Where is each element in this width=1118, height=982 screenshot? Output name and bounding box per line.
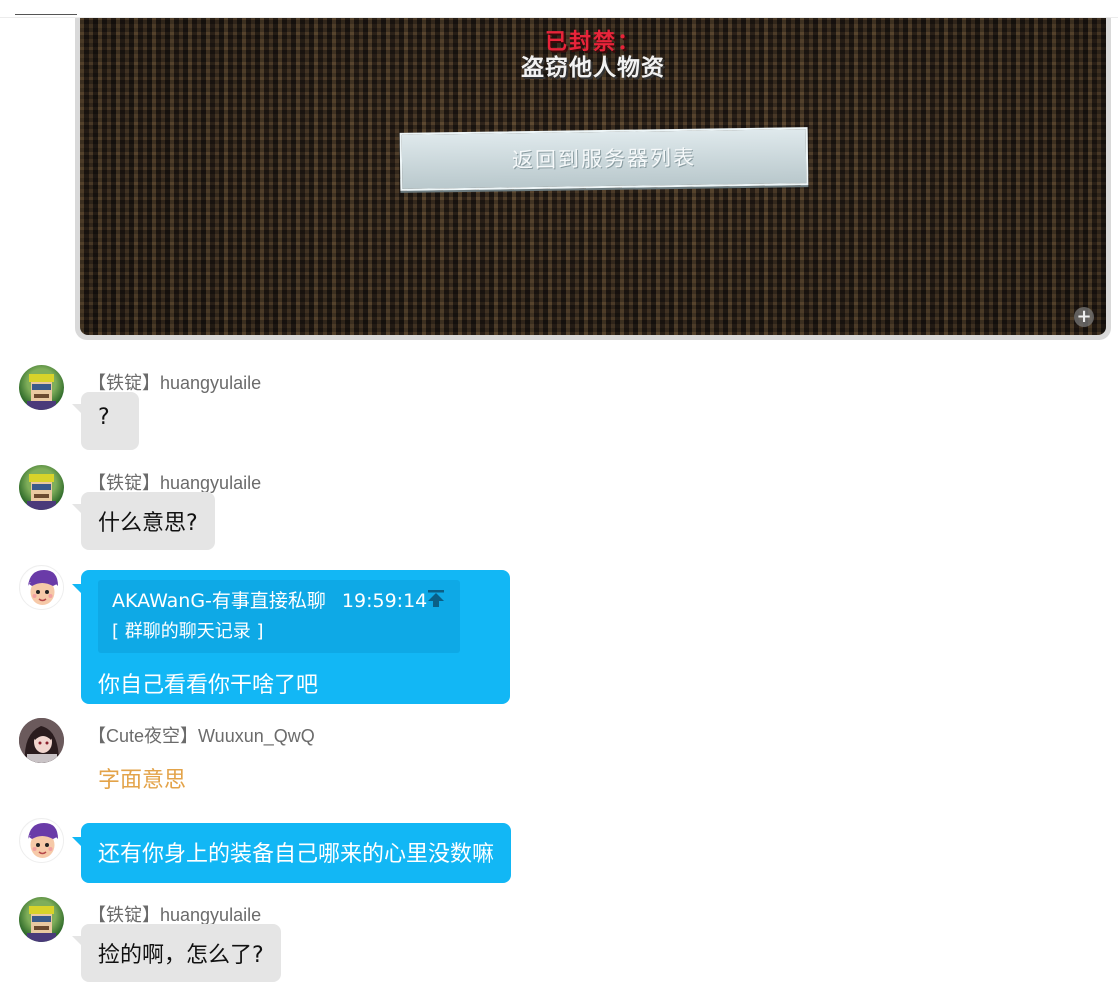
cartoon-boy-avatar-icon (20, 819, 63, 862)
message-bubble[interactable]: AKAWanG-有事直接私聊 19:59:14 [ 群聊的聊天记录 ] 你自己看看… (72, 570, 510, 704)
miner-avatar-icon (27, 374, 56, 410)
miner-avatar-icon (27, 474, 56, 510)
avatar[interactable] (19, 718, 64, 763)
game-screenshot-image[interactable]: 已封禁： 盗窃他人物资 返回到服务器列表 + (80, 18, 1106, 335)
quote-content: [ 群聊的聊天记录 ] (112, 621, 264, 642)
message-bubble[interactable]: 捡的啊，怎么了? (72, 924, 281, 982)
cartoon-boy-avatar-icon (20, 566, 63, 609)
ban-reason: 盗窃他人物资 (521, 55, 665, 81)
avatar[interactable] (19, 897, 64, 942)
avatar[interactable] (19, 818, 64, 863)
avatar[interactable] (19, 565, 64, 610)
message-text: 还有你身上的装备自己哪来的心里没数嘛 (98, 842, 495, 867)
message-bubble[interactable]: ? (72, 392, 139, 450)
message-text: 你自己看看你干啥了吧 (98, 673, 319, 698)
anime-girl-avatar-icon (19, 718, 64, 763)
quote-author: AKAWanG-有事直接私聊 (112, 590, 326, 612)
message-text[interactable]: 字面意思 (98, 762, 186, 794)
zoom-in-icon[interactable]: + (1074, 307, 1094, 327)
jump-to-message-icon[interactable] (426, 588, 446, 608)
quote-time: 19:59:14 (341, 590, 428, 612)
return-to-server-list-button: 返回到服务器列表 (399, 127, 809, 191)
image-message[interactable]: 已封禁： 盗窃他人物资 返回到服务器列表 + (75, 18, 1111, 340)
sender-name: 【Cute夜空】Wuuxun_QwQ (88, 726, 315, 746)
message-bubble[interactable]: 还有你身上的装备自己哪来的心里没数嘛 (71, 823, 512, 883)
message-text: ? (98, 405, 110, 430)
miner-avatar-icon (27, 906, 56, 942)
message-bubble[interactable]: 什么意思? (72, 492, 215, 550)
quoted-message[interactable]: AKAWanG-有事直接私聊 19:59:14 [ 群聊的聊天记录 ] (98, 580, 460, 653)
avatar[interactable] (19, 365, 64, 410)
message-text: 什么意思? (98, 511, 198, 536)
top-divider (15, 14, 77, 15)
message-text: 捡的啊，怎么了? (98, 943, 264, 968)
avatar[interactable] (19, 465, 64, 510)
